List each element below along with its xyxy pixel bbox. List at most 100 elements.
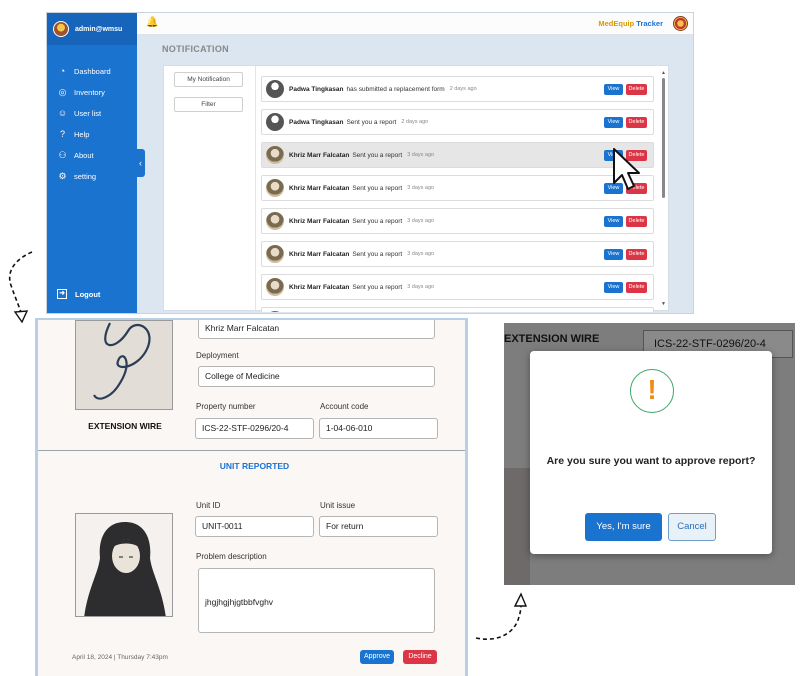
reporter-illustration xyxy=(84,522,166,616)
account-code-label: Account code xyxy=(320,402,369,411)
sidebar-item-label: Inventory xyxy=(74,88,105,97)
brand-part-1: MedEquip xyxy=(598,19,635,28)
sidebar-item-label: setting xyxy=(74,172,97,181)
unit-issue-field[interactable]: For return xyxy=(319,516,438,537)
background-item-name: EXTENSION WIRE xyxy=(504,333,600,345)
notification-row[interactable]: Khriz Marr Falcatan Sent you a report 3 … xyxy=(261,175,654,201)
avatar xyxy=(266,311,284,312)
problem-description-label: Problem description xyxy=(196,552,267,561)
top-bar: 🔔 MedEquip Tracker xyxy=(137,13,693,35)
avatar xyxy=(266,146,284,164)
account-code-field[interactable]: 1-04-06-010 xyxy=(319,418,438,439)
view-button[interactable]: View xyxy=(604,282,623,293)
notification-row[interactable]: Khriz Marr Falcatan Sent you a report 3 … xyxy=(261,241,654,267)
avatar xyxy=(266,80,284,98)
delete-button[interactable]: Delete xyxy=(626,282,647,293)
approve-button[interactable]: Approve xyxy=(360,650,394,664)
notification-sender: Padwa Tingkasan xyxy=(289,118,344,126)
flow-arrow-icon xyxy=(8,251,33,324)
unit-issue-label: Unit issue xyxy=(320,501,356,510)
deployment-field[interactable]: College of Medicine xyxy=(198,366,435,387)
filter-panel: My Notification Filter xyxy=(164,66,256,312)
item-image xyxy=(75,320,173,410)
property-number-field[interactable]: ICS-22-STF-0296/20-4 xyxy=(195,418,314,439)
sidebar-user[interactable]: admin@wmsu xyxy=(47,13,137,45)
view-button[interactable]: View xyxy=(604,117,623,128)
sidebar-item-user-list[interactable]: ☺ User list xyxy=(47,103,137,124)
notification-time: 3 days ago xyxy=(407,185,435,191)
notification-row[interactable] xyxy=(261,307,654,312)
notification-sender: Khriz Marr Falcatan xyxy=(289,151,350,159)
sidebar-item-setting[interactable]: ⚙ setting xyxy=(47,166,137,187)
mouse-cursor-icon xyxy=(613,148,640,190)
sidebar-nav: ◔ Dashboard ◎ Inventory ☺ User list ? Help ⚇… xyxy=(47,61,137,187)
user-icon: ☺ xyxy=(57,108,68,118)
notification-sender: Padwa Tingkasan xyxy=(289,85,344,93)
decline-button[interactable]: Decline xyxy=(403,650,437,664)
delete-button[interactable]: Delete xyxy=(626,249,647,260)
sidebar-collapse-toggle[interactable]: ‹ xyxy=(136,149,145,177)
bell-icon[interactable]: 🔔 xyxy=(146,17,158,28)
avatar xyxy=(266,278,284,296)
scroll-up-icon[interactable]: ▲ xyxy=(661,70,666,76)
reporter-name-field[interactable]: Khriz Marr Falcatan xyxy=(198,320,435,339)
notification-message: Sent you a report xyxy=(352,250,403,258)
delete-button[interactable]: Delete xyxy=(626,216,647,227)
unit-id-field[interactable]: UNIT-0011 xyxy=(195,516,314,537)
confirm-yes-button[interactable]: Yes, I'm sure xyxy=(585,513,662,541)
sidebar-item-label: User list xyxy=(74,109,102,118)
sidebar-item-label: Dashboard xyxy=(74,67,111,76)
notification-row[interactable]: Khriz Marr Falcatan Sent you a report 3 … xyxy=(261,142,654,168)
confirm-dialog-screen: EXTENSION WIRE ICS-22-STF-0296/20-4 ! Ar… xyxy=(504,323,795,585)
notification-row[interactable]: Padwa Tingkasan Sent you a report 2 days… xyxy=(261,109,654,135)
report-detail-panel: EXTENSION WIRE Khriz Marr Falcatan Deplo… xyxy=(35,318,468,676)
background-reporter-image xyxy=(504,468,530,585)
item-name: EXTENSION WIRE xyxy=(88,421,162,431)
logout-button[interactable]: ➜ Logout xyxy=(57,289,100,299)
username: admin@wmsu xyxy=(75,25,123,33)
logo-seal xyxy=(673,16,688,31)
notification-row[interactable]: Khriz Marr Falcatan Sent you a report 3 … xyxy=(261,208,654,234)
sidebar-item-about[interactable]: ⚇ About xyxy=(47,145,137,166)
sidebar-item-help[interactable]: ? Help xyxy=(47,124,137,145)
notification-sender: Khriz Marr Falcatan xyxy=(289,184,350,192)
view-button[interactable]: View xyxy=(604,216,623,227)
gear-icon: ⚙ xyxy=(58,171,67,181)
notification-row[interactable]: Padwa Tingkasan has submitted a replacem… xyxy=(261,76,654,102)
notification-message: Sent you a report xyxy=(352,283,403,291)
sidebar-item-dashboard[interactable]: ◔ Dashboard xyxy=(47,61,137,82)
avatar xyxy=(266,179,284,197)
filter-button[interactable]: Filter xyxy=(174,97,243,112)
problem-description-textarea[interactable]: jhgjhgjhjgtbbfvghv xyxy=(198,568,435,633)
view-button[interactable]: View xyxy=(604,84,623,95)
notification-sender: Khriz Marr Falcatan xyxy=(289,283,350,291)
notification-sender: Khriz Marr Falcatan xyxy=(289,217,350,225)
notification-message: Sent you a report xyxy=(352,217,403,225)
delete-button[interactable]: Delete xyxy=(626,117,647,128)
avatar xyxy=(266,113,284,131)
confirm-modal: ! Are you sure you want to approve repor… xyxy=(530,351,772,554)
notification-app-window: admin@wmsu ◔ Dashboard ◎ Inventory ☺ User l… xyxy=(46,12,694,314)
pie-chart-icon: ◔ xyxy=(59,66,66,76)
scrollbar-thumb[interactable] xyxy=(662,78,665,198)
scrollbar[interactable]: ▲ ▼ xyxy=(661,70,666,307)
notification-row[interactable]: Khriz Marr Falcatan Sent you a report 3 … xyxy=(261,274,654,300)
notification-message: Sent you a report xyxy=(352,151,403,159)
cancel-button[interactable]: Cancel xyxy=(668,513,716,541)
scroll-down-icon[interactable]: ▼ xyxy=(661,301,666,307)
notification-time: 3 days ago xyxy=(407,152,435,158)
logout-label: Logout xyxy=(75,289,101,299)
notification-message: Sent you a report xyxy=(346,118,397,126)
sidebar-item-inventory[interactable]: ◎ Inventory xyxy=(47,82,137,103)
view-button[interactable]: View xyxy=(604,249,623,260)
property-number-label: Property number xyxy=(196,402,256,411)
my-notification-button[interactable]: My Notification xyxy=(174,72,243,87)
sidebar-item-label: Help xyxy=(74,130,90,139)
delete-button[interactable]: Delete xyxy=(626,84,647,95)
flow-arrow-icon xyxy=(475,592,528,640)
brand-name: MedEquip Tracker xyxy=(598,19,663,28)
report-datetime: April 18, 2024 | Thursday 7:43pm xyxy=(72,654,168,661)
notification-message: has submitted a replacement form xyxy=(346,85,445,93)
people-icon: ⚇ xyxy=(58,150,67,160)
notification-time: 2 days ago xyxy=(449,86,477,92)
